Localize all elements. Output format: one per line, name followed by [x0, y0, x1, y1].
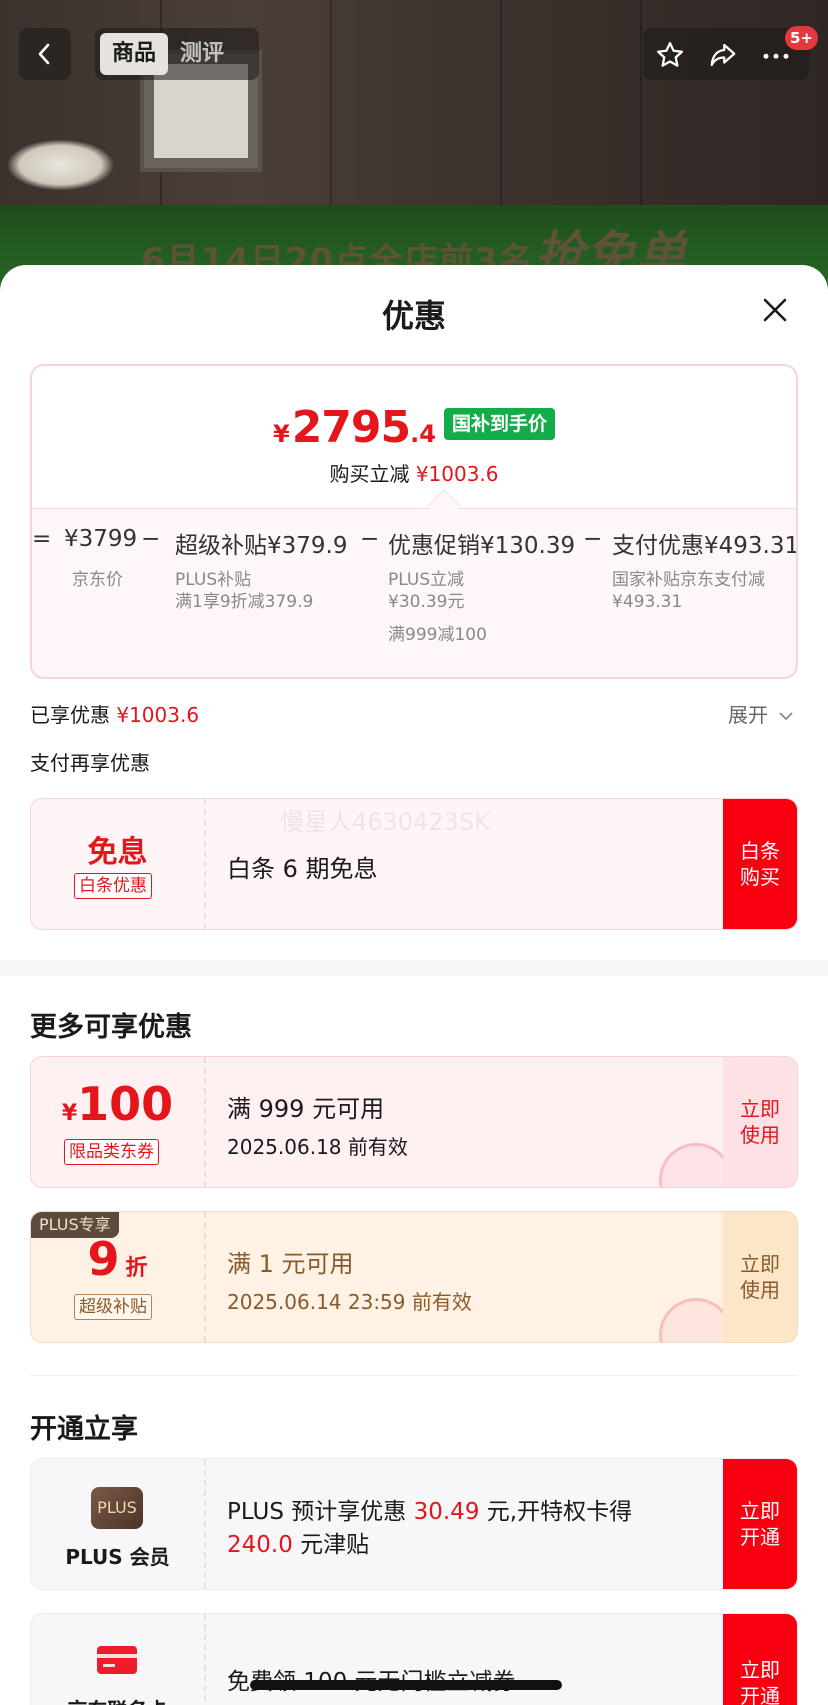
- breakdown-payment: 支付优惠¥493.31: [612, 533, 798, 559]
- coupon-condition: 满 999 元可用: [227, 1095, 385, 1123]
- co-brand-desc: 免费领 100 元无门槛立减券: [227, 1662, 516, 1696]
- wall-plank: [640, 0, 642, 205]
- enjoyed-discount: 已享优惠 ¥1003.6: [30, 703, 200, 727]
- back-arrow-icon: [38, 43, 50, 65]
- breakdown-promotion-sub: 满999减100: [388, 625, 487, 645]
- minus-sign: −: [360, 526, 380, 552]
- co-brand-card: 京东联名卡 免费领 100 元无门槛立减券 立即开通: [30, 1613, 798, 1705]
- baitiao-buy-button[interactable]: 白条购买: [723, 799, 797, 929]
- breakdown-payment-sub: 国家补贴京东支付减: [612, 570, 765, 590]
- breakdown-jd-price-sub: 京东价: [72, 570, 123, 590]
- wall-plank: [330, 0, 332, 205]
- minus-sign: −: [141, 526, 161, 552]
- super-subsidy-tag: 超级补贴: [74, 1294, 152, 1320]
- equals-sign: =: [32, 526, 52, 552]
- notification-badge: 5+: [785, 26, 819, 50]
- use-plus-coupon-button[interactable]: 立即使用: [723, 1212, 797, 1342]
- chevron-down-icon: [779, 712, 793, 721]
- tab-review[interactable]: 测评: [168, 33, 236, 75]
- minus-sign: −: [583, 526, 603, 552]
- breakdown-payment-sub: ¥493.31: [612, 592, 683, 612]
- back-button[interactable]: [19, 28, 71, 80]
- baitiao-desc: 白条 6 期免息: [227, 855, 378, 883]
- breakdown-promotion-sub: PLUS立减: [388, 570, 465, 590]
- tab-product[interactable]: 商品: [100, 33, 169, 75]
- close-icon[interactable]: [760, 295, 790, 325]
- coupon-condition: 满 1 元可用: [227, 1250, 354, 1278]
- expand-button[interactable]: 展开: [728, 699, 794, 728]
- star-icon[interactable]: [655, 40, 685, 70]
- open-plus-button[interactable]: 立即开通: [723, 1459, 797, 1589]
- use-coupon-button[interactable]: 立即使用: [723, 1057, 797, 1187]
- claimed-stamp: [659, 1298, 733, 1342]
- co-brand-name: 京东联名卡: [31, 1694, 204, 1705]
- breakdown-super-subsidy-sub: 满1享9折减379.9: [175, 592, 314, 612]
- price-integer: 2795: [291, 402, 411, 453]
- coupon-expiry: 2025.06.14 23:59 前有效: [227, 1290, 472, 1314]
- plus-member-name: PLUS 会员: [65, 1545, 170, 1569]
- share-icon[interactable]: [708, 40, 738, 70]
- section-divider-line: [30, 1375, 798, 1376]
- discount-sheet: 优惠 ¥ 2795 .4 国补到手价 购买立减 ¥1003.6 = ¥3799 …: [0, 265, 828, 1705]
- breakdown-jd-price: ¥3799: [64, 526, 138, 552]
- coupon-tag: 限品类东券: [64, 1139, 159, 1165]
- price-decimal: .4: [410, 420, 436, 448]
- open-section-title: 开通立享: [30, 1414, 138, 1445]
- price-currency: ¥: [272, 420, 290, 448]
- discount-amount: 9折: [87, 1232, 148, 1286]
- pay-section-title: 支付再享优惠: [30, 751, 150, 775]
- baitiao-headline: 免息: [87, 835, 148, 870]
- header-tabs: 商品 测评: [95, 28, 259, 80]
- plus-coupon-card: PLUS专享 9折 超级补贴 满 1 元可用 2025.06.14 23:59 …: [30, 1211, 798, 1343]
- price-summary-box: ¥ 2795 .4 国补到手价 购买立减 ¥1003.6 = ¥3799 京东价…: [30, 364, 798, 679]
- plus-member-card: PLUS PLUS 会员 PLUS 预计享优惠 30.49 元,开特权卡得 24…: [30, 1458, 798, 1590]
- wall-plank: [500, 0, 502, 205]
- final-price: ¥ 2795 .4 国补到手价: [32, 402, 796, 453]
- open-co-brand-button[interactable]: 立即开通: [723, 1614, 797, 1705]
- section-divider: [0, 960, 828, 976]
- home-indicator: [250, 1680, 562, 1690]
- reduce-summary: 购买立减 ¥1003.6: [329, 462, 499, 486]
- user-watermark: 慢星人4630423SK: [280, 808, 490, 836]
- coupon-amount: ¥100: [61, 1077, 174, 1131]
- claimed-stamp: [659, 1143, 733, 1187]
- coupon-card: ¥100 限品类东券 满 999 元可用 2025.06.18 前有效 立即使用: [30, 1056, 798, 1188]
- plus-logo: PLUS: [91, 1487, 143, 1529]
- coupon-expiry: 2025.06.18 前有效: [227, 1135, 408, 1159]
- sheet-title: 优惠: [381, 297, 446, 335]
- more-section-title: 更多可享优惠: [30, 1012, 192, 1043]
- breakdown-super-subsidy-sub: PLUS补贴: [175, 570, 252, 590]
- plus-benefit-line1: PLUS 预计享优惠 30.49 元,开特权卡得: [227, 1499, 633, 1525]
- breakdown-promotion-sub: ¥30.39元: [388, 592, 465, 612]
- breakdown-super-subsidy: 超级补贴¥379.9: [175, 533, 348, 559]
- plus-benefit-line2: 240.0 元津贴: [227, 1532, 370, 1558]
- subsidy-tag: 国补到手价: [443, 407, 555, 440]
- breakdown-promotion: 优惠促销¥130.39: [388, 533, 576, 559]
- baitiao-tag: 白条优惠: [74, 873, 152, 899]
- lamp-image: [8, 140, 113, 190]
- card-icon: [97, 1646, 137, 1674]
